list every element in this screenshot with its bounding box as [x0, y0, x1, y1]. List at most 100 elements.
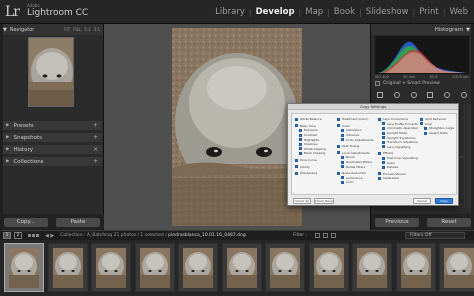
radial-filter-icon[interactable] [444, 92, 451, 98]
module-book[interactable]: Book [330, 7, 359, 17]
option-checkbox[interactable] [420, 117, 423, 121]
filmstrip-thumbnail[interactable] [352, 243, 392, 292]
option-checkbox[interactable] [382, 161, 385, 165]
copy-option[interactable]: Calibration [378, 176, 418, 181]
copy-option[interactable]: Radial Filters [337, 164, 377, 169]
option-checkbox[interactable] [295, 158, 298, 162]
zoom-fit[interactable]: FIT [64, 27, 70, 32]
reset-button[interactable]: Reset [427, 217, 471, 227]
filmstrip-thumbnail[interactable] [439, 243, 474, 292]
histogram-header[interactable]: Histogram ▼ [371, 24, 474, 35]
filmstrip-thumbnail[interactable] [134, 243, 175, 292]
clear-history-icon[interactable]: × [93, 146, 98, 153]
smart-preview-toggle[interactable]: Original + Smart Preview [375, 81, 469, 86]
option-checkbox[interactable] [420, 122, 423, 126]
option-checkbox[interactable] [299, 128, 302, 132]
navigator-header[interactable]: ▼ Navigator FIT FILL 1:1 3:1 [0, 24, 103, 35]
option-checkbox[interactable] [337, 144, 340, 148]
option-checkbox[interactable] [341, 180, 344, 184]
filmstrip-thumbnail[interactable] [91, 243, 131, 292]
zoom-1-1[interactable]: 1:1 [84, 27, 90, 32]
option-checkbox[interactable] [341, 128, 344, 132]
nav-arrows-icon[interactable]: ◀ ▶ [45, 233, 54, 239]
filmstrip-thumbnail[interactable] [47, 243, 88, 292]
add-collection-icon[interactable]: + [93, 158, 98, 165]
adjustment-brush-icon[interactable] [460, 92, 467, 98]
option-checkbox[interactable] [337, 124, 340, 128]
zoom-fill[interactable]: FILL [73, 27, 81, 32]
option-checkbox[interactable] [382, 131, 385, 135]
option-checkbox[interactable] [295, 124, 298, 128]
filmstrip-source[interactable]: Collection : A_Batching 21 photos / 1 se… [60, 233, 245, 238]
option-checkbox[interactable] [341, 165, 344, 169]
option-checkbox[interactable] [341, 176, 344, 180]
copy-button[interactable]: Copy... [4, 217, 48, 227]
copy-option[interactable]: Black Clipping [295, 151, 335, 156]
option-checkbox[interactable] [337, 171, 340, 175]
option-checkbox[interactable] [378, 117, 381, 121]
option-checkbox[interactable] [299, 138, 302, 142]
option-checkbox[interactable] [382, 122, 385, 126]
previous-button[interactable]: Previous [375, 217, 419, 227]
option-checkbox[interactable] [337, 117, 340, 121]
module-web[interactable]: Web [445, 7, 472, 17]
option-checkbox[interactable] [382, 126, 385, 130]
zoom-3-1[interactable]: 3:1 [94, 27, 100, 32]
option-checkbox[interactable] [424, 131, 427, 135]
display-2-button[interactable]: 2 [14, 232, 22, 239]
flag-filter-icon[interactable] [323, 233, 328, 238]
cancel-button[interactable]: Cancel [413, 198, 431, 204]
panel-history[interactable]: ▶ History × [2, 145, 102, 154]
option-checkbox[interactable] [299, 142, 302, 146]
module-slideshow[interactable]: Slideshow [362, 7, 413, 17]
option-checkbox[interactable] [341, 155, 344, 159]
add-snapshot-icon[interactable]: + [93, 134, 98, 141]
option-checkbox[interactable] [295, 165, 298, 169]
option-checkbox[interactable] [341, 133, 344, 137]
copy-option[interactable]: Color Adjustments [337, 137, 377, 142]
red-eye-icon[interactable] [410, 92, 417, 98]
module-print[interactable]: Print [415, 7, 443, 17]
copy-option[interactable]: White Balance [295, 117, 335, 122]
navigator-preview[interactable] [28, 37, 74, 107]
left-panel-toggle[interactable] [0, 24, 3, 230]
smart-preview-checkbox[interactable] [375, 81, 380, 86]
filmstrip-thumbnail[interactable] [178, 243, 218, 292]
option-checkbox[interactable] [337, 151, 340, 155]
graduated-filter-icon[interactable] [427, 92, 434, 98]
filmstrip-thumbnail[interactable] [308, 243, 349, 292]
copy-option[interactable]: Clarity [295, 164, 335, 169]
option-checkbox[interactable] [341, 138, 344, 142]
copy-confirm-button[interactable]: Copy [435, 198, 453, 204]
option-checkbox[interactable] [378, 172, 381, 176]
copy-option[interactable]: Dehaze [378, 165, 418, 170]
option-checkbox[interactable] [378, 151, 381, 155]
option-checkbox[interactable] [424, 126, 427, 130]
option-checkbox[interactable] [295, 117, 298, 121]
panel-collections[interactable]: ▶ Collections + [2, 157, 102, 166]
module-library[interactable]: Library [211, 7, 249, 17]
option-checkbox[interactable] [382, 140, 385, 144]
histogram[interactable] [375, 36, 469, 74]
filmstrip-thumbnail[interactable] [265, 243, 305, 292]
check-all-button[interactable]: Check All [293, 198, 311, 204]
option-checkbox[interactable] [295, 171, 298, 175]
option-checkbox[interactable] [299, 133, 302, 137]
flag-filter-icon[interactable] [315, 233, 320, 238]
copy-option[interactable]: Treatment (Color) [337, 117, 377, 122]
copy-option[interactable]: Aspect Ratio [420, 131, 456, 136]
main-photo[interactable] [172, 28, 302, 226]
panel-snapshots[interactable]: ▶ Snapshots + [2, 133, 102, 142]
panel-presets[interactable]: ▶ Presets + [2, 121, 102, 130]
copy-option[interactable]: Sharpening [295, 171, 335, 176]
filmstrip-thumbnail[interactable] [221, 243, 262, 292]
check-none-button[interactable]: Check None [314, 198, 334, 204]
option-checkbox[interactable] [382, 156, 385, 160]
option-checkbox[interactable] [382, 165, 385, 169]
option-checkbox[interactable] [378, 176, 381, 180]
option-checkbox[interactable] [382, 136, 385, 140]
option-checkbox[interactable] [299, 151, 302, 155]
option-checkbox[interactable] [341, 160, 344, 164]
copy-option[interactable]: Split Toning [337, 144, 377, 149]
paste-button[interactable]: Paste [56, 217, 100, 227]
